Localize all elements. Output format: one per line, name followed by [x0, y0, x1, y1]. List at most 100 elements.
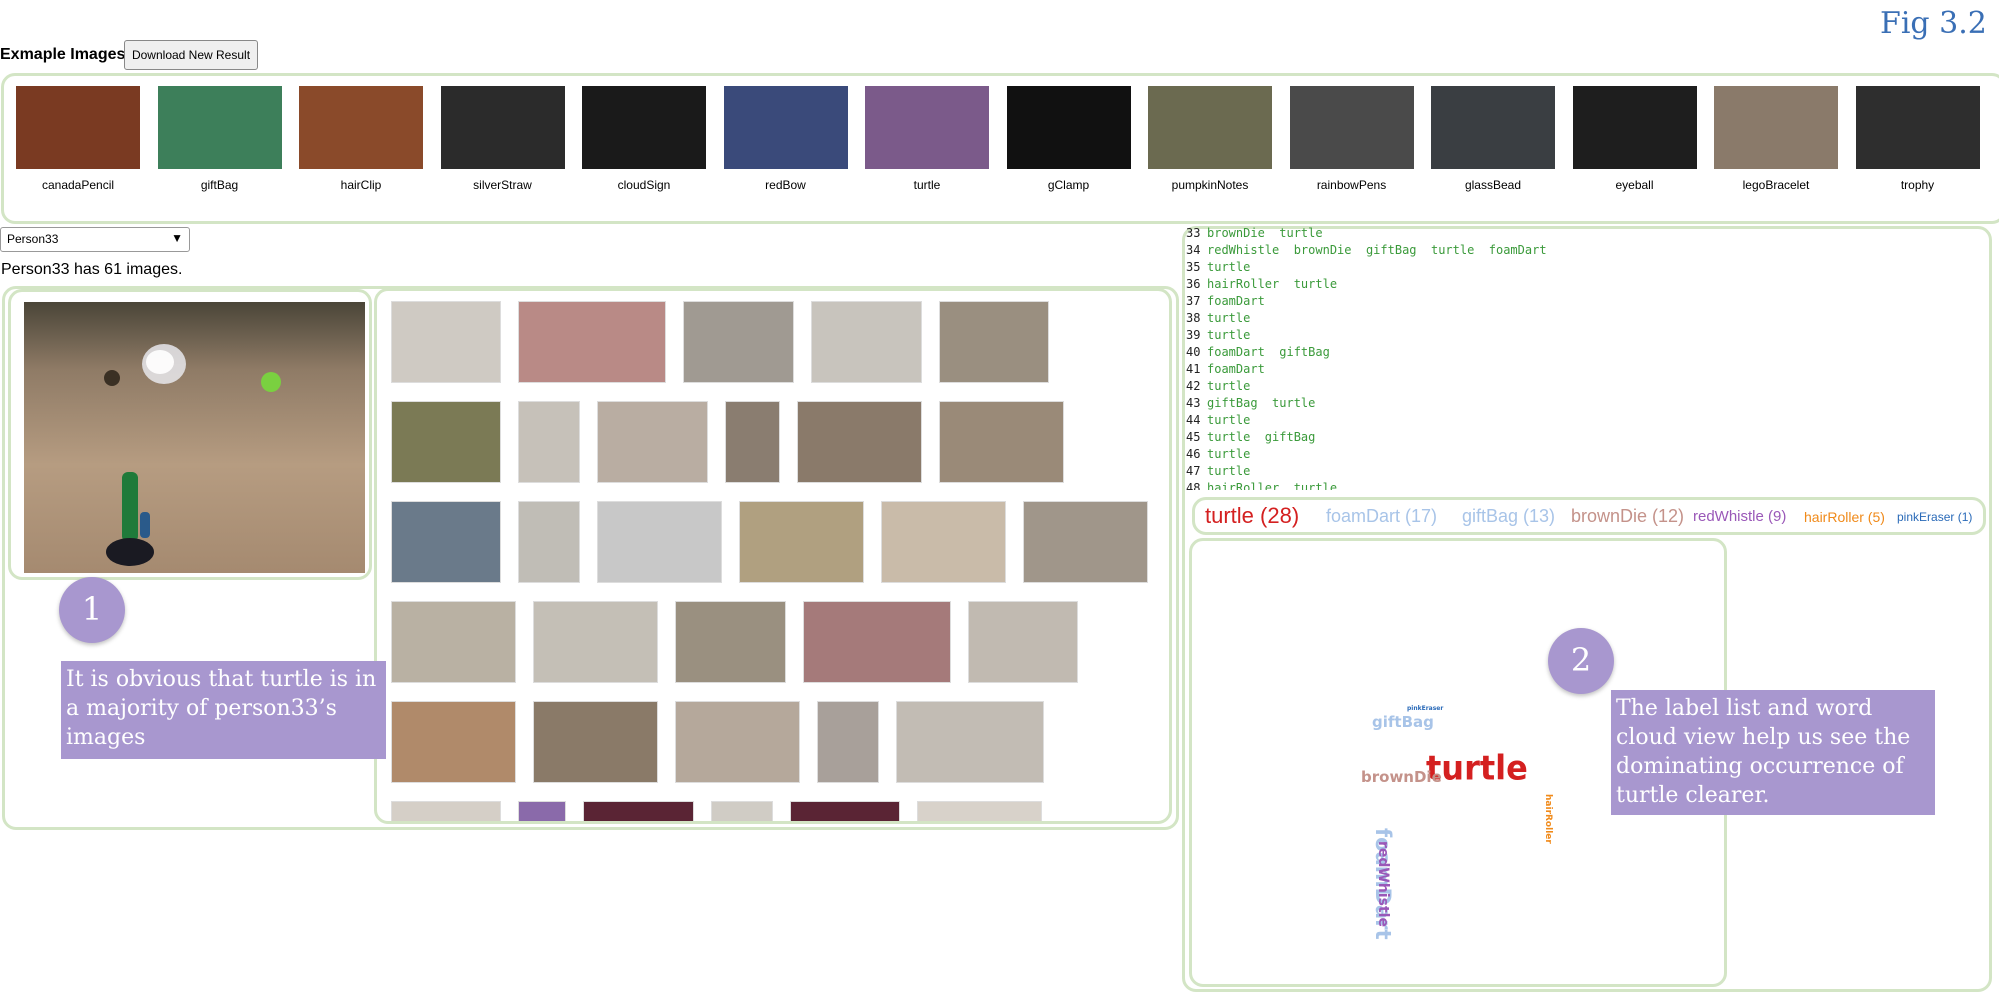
example-image-thumbnail[interactable]	[582, 86, 706, 169]
grid-image-thumbnail[interactable]	[675, 701, 800, 783]
label-count-item[interactable]: pinkEraser (1)	[1897, 510, 1972, 524]
grid-image-thumbnail[interactable]	[968, 601, 1078, 683]
example-image-thumbnail[interactable]	[1855, 86, 1980, 169]
label-list-index: 36	[1186, 277, 1201, 291]
grid-image-thumbnail[interactable]	[518, 501, 580, 583]
label-count-item[interactable]: redWhistle (9)	[1693, 508, 1786, 525]
example-image-thumbnail[interactable]	[1714, 86, 1838, 169]
label-list-labels: turtle	[1207, 447, 1251, 461]
example-image-item[interactable]: giftBag	[157, 86, 282, 192]
grid-image-thumbnail[interactable]	[675, 601, 786, 683]
cloud-word-hairroller: hairRoller	[1543, 794, 1553, 844]
example-image-thumbnail[interactable]	[157, 86, 282, 169]
example-image-label: cloudSign	[617, 178, 671, 192]
label-list-row: 36 hairRoller turtle	[1186, 276, 1726, 293]
example-image-item[interactable]: gClamp	[1006, 86, 1131, 192]
grid-image-thumbnail[interactable]	[939, 301, 1049, 383]
label-list-labels: turtle	[1207, 311, 1251, 325]
grid-image-thumbnail[interactable]	[391, 801, 501, 821]
grid-image-thumbnail[interactable]	[711, 801, 773, 821]
example-image-item[interactable]: silverStraw	[440, 86, 565, 192]
grid-image-thumbnail[interactable]	[518, 801, 566, 821]
label-list-index: 45	[1186, 430, 1201, 444]
example-image-item[interactable]: legoBracelet	[1714, 86, 1838, 192]
label-list-index: 41	[1186, 362, 1201, 376]
grid-image-thumbnail[interactable]	[811, 301, 922, 383]
grid-image-thumbnail[interactable]	[391, 401, 501, 483]
example-image-thumbnail[interactable]	[1572, 86, 1697, 169]
example-image-item[interactable]: cloudSign	[582, 86, 706, 192]
grid-image-thumbnail[interactable]	[939, 401, 1064, 483]
example-image-thumbnail[interactable]	[1006, 86, 1131, 169]
example-image-thumbnail[interactable]	[299, 86, 423, 169]
label-list-index: 48	[1186, 481, 1201, 490]
grid-image-thumbnail[interactable]	[533, 601, 658, 683]
example-image-thumbnail[interactable]	[1431, 86, 1555, 169]
example-image-item[interactable]: eyeball	[1572, 86, 1697, 192]
label-list-index: 33	[1186, 226, 1201, 240]
grid-image-thumbnail[interactable]	[518, 401, 580, 483]
grid-image-thumbnail[interactable]	[797, 401, 922, 483]
grid-image-thumbnail[interactable]	[597, 501, 722, 583]
person-select[interactable]: Person33 ▼	[0, 227, 190, 252]
label-list-row: 35 turtle	[1186, 259, 1726, 276]
example-image-item[interactable]: canadaPencil	[16, 86, 140, 192]
grid-image-thumbnail[interactable]	[391, 701, 516, 783]
example-image-thumbnail[interactable]	[1148, 86, 1272, 169]
label-list-row: 39 turtle	[1186, 327, 1726, 344]
download-new-result-button[interactable]: Download New Result	[124, 40, 258, 70]
example-image-item[interactable]: rainbowPens	[1289, 86, 1414, 192]
example-image-label: trophy	[1900, 178, 1935, 192]
grid-image-thumbnail[interactable]	[896, 701, 1044, 783]
example-image-thumbnail[interactable]	[16, 86, 140, 169]
label-list-index: 46	[1186, 447, 1201, 461]
example-image-item[interactable]: redBow	[723, 86, 848, 192]
example-image-thumbnail[interactable]	[1289, 86, 1414, 169]
label-list-row: 34 redWhistle brownDie giftBag turtle foa…	[1186, 242, 1726, 259]
label-count-item[interactable]: giftBag (13)	[1462, 506, 1555, 527]
grid-image-thumbnail[interactable]	[391, 501, 501, 583]
grid-image-thumbnail[interactable]	[583, 801, 694, 821]
label-list-labels: redWhistle brownDie giftBag turtle foamD…	[1207, 243, 1547, 257]
example-image-item[interactable]: hairClip	[299, 86, 423, 192]
cloud-word-redwhistle: redWhistle	[1375, 841, 1391, 927]
label-list-index: 38	[1186, 311, 1201, 325]
grid-image-thumbnail[interactable]	[917, 801, 1042, 821]
grid-image-thumbnail[interactable]	[597, 401, 708, 483]
label-count-item[interactable]: turtle (28)	[1205, 503, 1299, 529]
grid-image-thumbnail[interactable]	[683, 301, 794, 383]
label-count-item[interactable]: foamDart (17)	[1326, 506, 1437, 527]
selected-image-scene	[104, 344, 281, 566]
example-image-item[interactable]: glassBead	[1431, 86, 1555, 192]
grid-image-thumbnail[interactable]	[803, 601, 951, 683]
example-image-label: rainbowPens	[1316, 178, 1387, 192]
label-list-index: 39	[1186, 328, 1201, 342]
grid-image-thumbnail[interactable]	[1023, 501, 1148, 583]
example-image-thumbnail[interactable]	[723, 86, 848, 169]
label-list-view[interactable]: 33 brownDie turtle 34 redWhistle brownDie g…	[1186, 225, 1726, 490]
grid-image-thumbnail[interactable]	[391, 601, 516, 683]
grid-image-thumbnail[interactable]	[725, 401, 780, 483]
example-image-thumbnail[interactable]	[865, 86, 989, 169]
figure-label: Fig 3.2	[1880, 6, 1987, 41]
grid-image-thumbnail[interactable]	[790, 801, 900, 821]
example-image-item[interactable]: turtle	[865, 86, 989, 192]
grid-image-thumbnail[interactable]	[533, 701, 658, 783]
example-images-title: Exmaple Images	[0, 46, 126, 63]
grid-image-thumbnail[interactable]	[739, 501, 864, 583]
example-image-thumbnail[interactable]	[440, 86, 565, 169]
example-image-item[interactable]: pumpkinNotes	[1148, 86, 1272, 192]
grid-image-thumbnail[interactable]	[881, 501, 1006, 583]
example-image-label: gClamp	[1047, 178, 1090, 192]
label-list-row: 40 foamDart giftBag	[1186, 344, 1726, 361]
selected-image-preview[interactable]	[24, 302, 365, 573]
label-count-item[interactable]: hairRoller (5)	[1804, 509, 1885, 525]
grid-image-thumbnail[interactable]	[817, 701, 879, 783]
grid-image-thumbnail[interactable]	[518, 301, 666, 383]
example-image-item[interactable]: trophy	[1855, 86, 1980, 192]
label-list-labels: hairRoller turtle	[1207, 481, 1338, 490]
label-list-labels: turtle	[1207, 464, 1251, 478]
grid-image-thumbnail[interactable]	[391, 301, 501, 383]
label-count-item[interactable]: brownDie (12)	[1571, 506, 1684, 527]
example-image-label: redBow	[765, 178, 806, 192]
